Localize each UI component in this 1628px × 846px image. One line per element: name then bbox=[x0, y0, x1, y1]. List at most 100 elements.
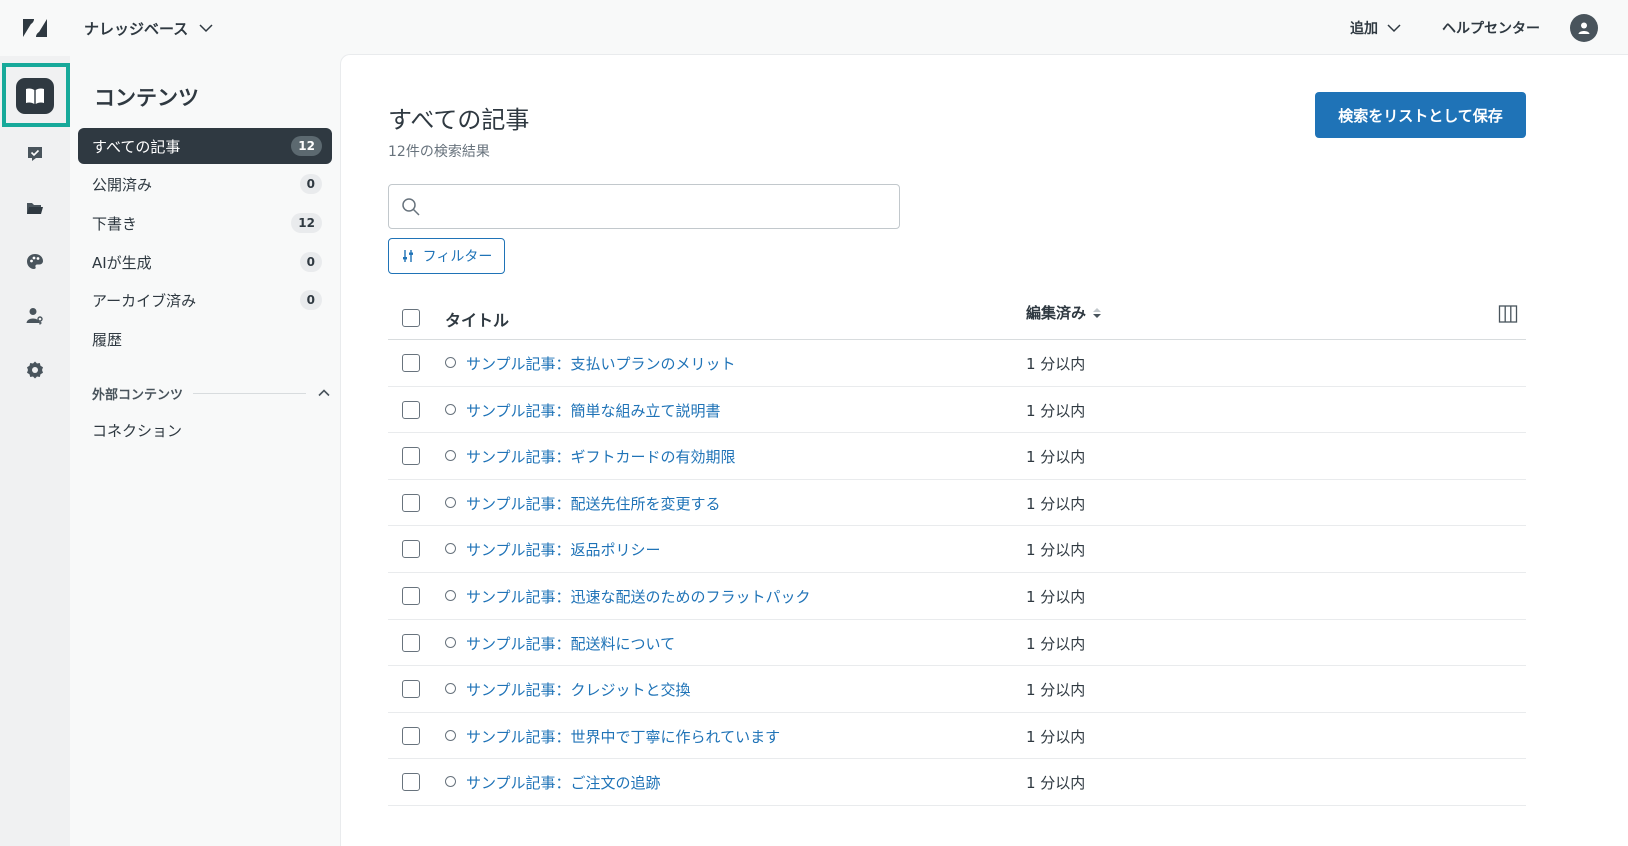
subnav-item-label: すべての記事 bbox=[92, 137, 181, 156]
table-header: タイトル 編集済み bbox=[388, 295, 1526, 340]
article-title-link[interactable]: サンプル記事：支払いプランのメリット bbox=[466, 353, 736, 374]
subnav-item-published[interactable]: 公開済み 0 bbox=[78, 166, 332, 202]
user-icon bbox=[1578, 22, 1590, 34]
subnav-item-label: 下書き bbox=[92, 214, 138, 233]
draft-status-icon bbox=[445, 403, 456, 415]
count-badge: 0 bbox=[299, 174, 322, 194]
article-title-link[interactable]: サンプル記事：配送先住所を変更する bbox=[466, 493, 721, 514]
user-avatar[interactable] bbox=[1570, 14, 1598, 42]
subnav-item-all-articles[interactable]: すべての記事 12 bbox=[78, 128, 332, 164]
table-row: サンプル記事：簡単な組み立て説明書 1 分以内 bbox=[388, 387, 1526, 434]
subnav-item-archived[interactable]: アーカイブ済み 0 bbox=[78, 282, 332, 318]
edited-cell: 1 分以内 bbox=[1026, 727, 1086, 746]
arrange-nav-button[interactable] bbox=[19, 192, 51, 224]
chevron-down-icon bbox=[1387, 24, 1401, 33]
edited-cell: 1 分以内 bbox=[1026, 774, 1086, 793]
count-badge: 0 bbox=[299, 290, 322, 310]
row-checkbox[interactable] bbox=[402, 354, 420, 372]
zendesk-logo-icon[interactable] bbox=[22, 16, 48, 40]
divider bbox=[193, 392, 306, 394]
subnav-item-label: AIが生成 bbox=[92, 253, 152, 272]
edited-cell: 1 分以内 bbox=[1026, 634, 1086, 653]
column-header-edited[interactable]: 編集済み bbox=[1026, 302, 1102, 323]
row-checkbox[interactable] bbox=[402, 400, 420, 419]
palette-icon bbox=[27, 254, 43, 269]
add-label: 追加 bbox=[1350, 21, 1378, 37]
icon-rail bbox=[0, 56, 70, 846]
row-checkbox[interactable] bbox=[402, 726, 420, 745]
subnav-item-label: 公開済み bbox=[92, 175, 153, 194]
row-checkbox[interactable] bbox=[402, 540, 420, 559]
chevron-up-icon[interactable] bbox=[316, 385, 332, 401]
draft-status-icon bbox=[445, 357, 456, 368]
row-checkbox[interactable] bbox=[402, 773, 420, 792]
edited-cell: 1 分以内 bbox=[1026, 494, 1086, 513]
article-title-link[interactable]: サンプル記事：ご注文の追跡 bbox=[466, 772, 661, 793]
subnav-item-drafts[interactable]: 下書き 12 bbox=[78, 205, 332, 241]
user-permissions-nav-button[interactable] bbox=[19, 300, 51, 332]
settings-nav-button[interactable] bbox=[19, 354, 51, 386]
article-title-link[interactable]: サンプル記事：ギフトカードの有効期限 bbox=[466, 446, 736, 467]
table-row: サンプル記事：ご注文の追跡 1 分以内 bbox=[388, 759, 1526, 806]
subnav-item-ai-generated[interactable]: AIが生成 0 bbox=[78, 244, 332, 280]
knowledge-nav-button[interactable] bbox=[16, 78, 54, 114]
count-badge: 12 bbox=[291, 213, 322, 233]
save-search-as-list-button[interactable]: 検索をリストとして保存 bbox=[1315, 92, 1526, 138]
subnav-item-history[interactable]: 履歴 bbox=[78, 321, 332, 357]
column-header-edited-label: 編集済み bbox=[1026, 304, 1087, 322]
draft-status-icon bbox=[445, 776, 456, 788]
chevron-down-icon bbox=[199, 24, 213, 33]
column-header-title: タイトル bbox=[445, 311, 510, 330]
subnav-item-label: 履歴 bbox=[92, 330, 123, 349]
row-checkbox[interactable] bbox=[402, 586, 420, 605]
table-row: サンプル記事：迅速な配送のためのフラットパック 1 分以内 bbox=[388, 573, 1526, 620]
result-count: 12件の検索結果 bbox=[388, 144, 490, 160]
article-title-link[interactable]: サンプル記事：世界中で丁寧に作られています bbox=[466, 726, 780, 747]
product-name: ナレッジベース bbox=[84, 19, 189, 38]
draft-status-icon bbox=[445, 729, 456, 741]
table-row: サンプル記事：クレジットと交換 1 分以内 bbox=[388, 666, 1526, 713]
article-title-link[interactable]: サンプル記事：簡単な組み立て説明書 bbox=[466, 400, 721, 421]
draft-status-icon bbox=[445, 450, 456, 462]
add-menu-button[interactable]: 追加 bbox=[1350, 18, 1402, 38]
draft-status-icon bbox=[445, 543, 456, 555]
table-row: サンプル記事：ギフトカードの有効期限 1 分以内 bbox=[388, 433, 1526, 480]
row-checkbox[interactable] bbox=[402, 493, 420, 512]
filter-button[interactable]: フィルター bbox=[388, 238, 505, 274]
count-badge: 12 bbox=[291, 136, 322, 156]
review-nav-button[interactable] bbox=[19, 138, 51, 170]
row-checkbox[interactable] bbox=[402, 447, 420, 466]
filter-label: フィルター bbox=[422, 249, 493, 265]
columns-icon[interactable] bbox=[1498, 304, 1518, 324]
table-row: サンプル記事：世界中で丁寧に作られています 1 分以内 bbox=[388, 713, 1526, 760]
content-subnav: コンテンツ すべての記事 12 公開済み 0 下書き 12 AIが生成 0 アー… bbox=[70, 56, 340, 846]
article-title-link[interactable]: サンプル記事：迅速な配送のためのフラットパック bbox=[466, 586, 811, 607]
main-panel: すべての記事 12件の検索結果 検索をリストとして保存 フィルター タイトル 編… bbox=[340, 54, 1628, 846]
subnav-item-connections[interactable]: コネクション bbox=[92, 420, 182, 441]
article-title-link[interactable]: サンプル記事：返品ポリシー bbox=[466, 539, 661, 560]
edited-cell: 1 分以内 bbox=[1026, 681, 1086, 700]
draft-status-icon bbox=[445, 496, 456, 508]
edited-cell: 1 分以内 bbox=[1026, 355, 1086, 373]
search-icon bbox=[402, 197, 420, 216]
customize-nav-button[interactable] bbox=[19, 246, 51, 278]
review-icon bbox=[28, 147, 42, 161]
subnav-title: コンテンツ bbox=[94, 86, 199, 110]
table-row: サンプル記事：支払いプランのメリット 1 分以内 bbox=[388, 340, 1526, 387]
table-row: サンプル記事：配送料について 1 分以内 bbox=[388, 620, 1526, 667]
help-center-link[interactable]: ヘルプセンター bbox=[1442, 18, 1540, 38]
table-row: サンプル記事：配送先住所を変更する 1 分以内 bbox=[388, 480, 1526, 527]
draft-status-icon bbox=[445, 636, 456, 648]
row-checkbox[interactable] bbox=[402, 633, 420, 652]
sort-icon bbox=[1093, 307, 1102, 318]
row-checkbox[interactable] bbox=[402, 680, 420, 699]
product-switcher[interactable]: ナレッジベース bbox=[84, 17, 214, 39]
user-permissions-icon bbox=[26, 308, 43, 325]
section-heading: 外部コンテンツ bbox=[92, 387, 184, 403]
table-row: サンプル記事：返品ポリシー 1 分以内 bbox=[388, 526, 1526, 573]
search-input[interactable] bbox=[429, 185, 899, 228]
select-all-checkbox[interactable] bbox=[402, 309, 420, 327]
knowledge-icon bbox=[26, 88, 44, 104]
article-title-link[interactable]: サンプル記事：配送料について bbox=[466, 633, 675, 654]
article-title-link[interactable]: サンプル記事：クレジットと交換 bbox=[466, 679, 691, 700]
